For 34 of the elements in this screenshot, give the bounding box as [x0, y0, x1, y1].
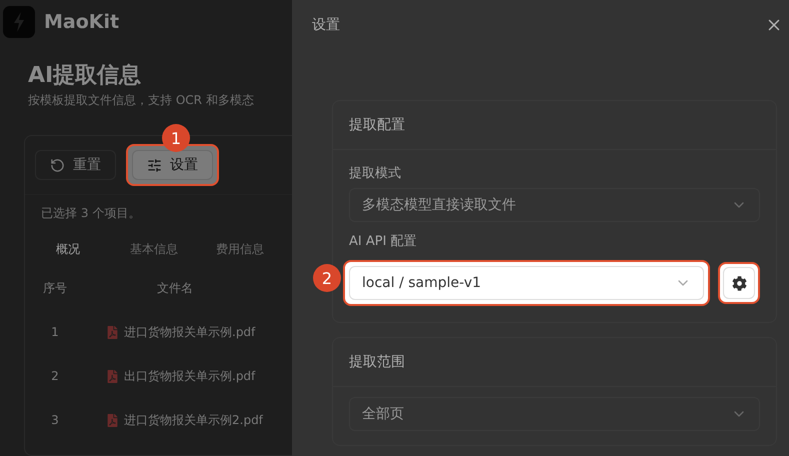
step-badge: 1 — [162, 124, 190, 152]
pdf-file-icon — [107, 414, 118, 426]
gear-icon — [732, 276, 746, 290]
column-header: 文件名 — [156, 280, 194, 296]
section-title: 提取范围 — [333, 338, 776, 387]
select-field[interactable]: 多模态模型直接读取文件 — [349, 188, 760, 222]
table-cell-text: 2 — [50, 369, 60, 383]
table-cell-text: 1 — [50, 325, 60, 339]
table-cell-text: 进口货物报关单示例2.pdf — [123, 412, 263, 428]
drawer-title: 设置 — [312, 16, 340, 34]
page-subtitle: 按模板提取文件信息，支持 OCR 和多模态 — [28, 92, 255, 109]
tab[interactable]: 费用信息 — [197, 232, 283, 266]
logo-icon — [3, 6, 35, 38]
step-badge: 2 — [313, 264, 341, 292]
brand-name: MaoKit — [44, 11, 120, 33]
pdf-file-icon — [107, 326, 118, 338]
page-title: AI提取信息 — [28, 62, 142, 90]
table-cell-text: 出口货物报关单示例.pdf — [123, 368, 256, 384]
table-cell-text: 进口货物报关单示例.pdf — [123, 324, 256, 340]
tab[interactable]: 概况 — [25, 232, 111, 266]
selection-count: 已选择 3 个项目。 — [40, 205, 142, 222]
settings-button[interactable]: 设置 — [132, 150, 213, 180]
reset-icon — [50, 158, 65, 172]
field-label: 提取模式 — [349, 165, 402, 182]
sliders-icon — [147, 158, 162, 172]
section-title: 提取配置 — [333, 101, 776, 150]
pdf-file-icon — [107, 370, 118, 382]
reset-button[interactable]: 重置 — [35, 150, 116, 180]
select-field[interactable]: local / sample-v1 — [349, 266, 704, 300]
column-header: 序号 — [42, 280, 68, 296]
field-label: AI API 配置 — [349, 233, 418, 250]
tab[interactable]: 基本信息 — [111, 232, 197, 266]
table-cell-text: 3 — [50, 413, 60, 427]
select-field[interactable]: 全部页 — [349, 397, 760, 431]
